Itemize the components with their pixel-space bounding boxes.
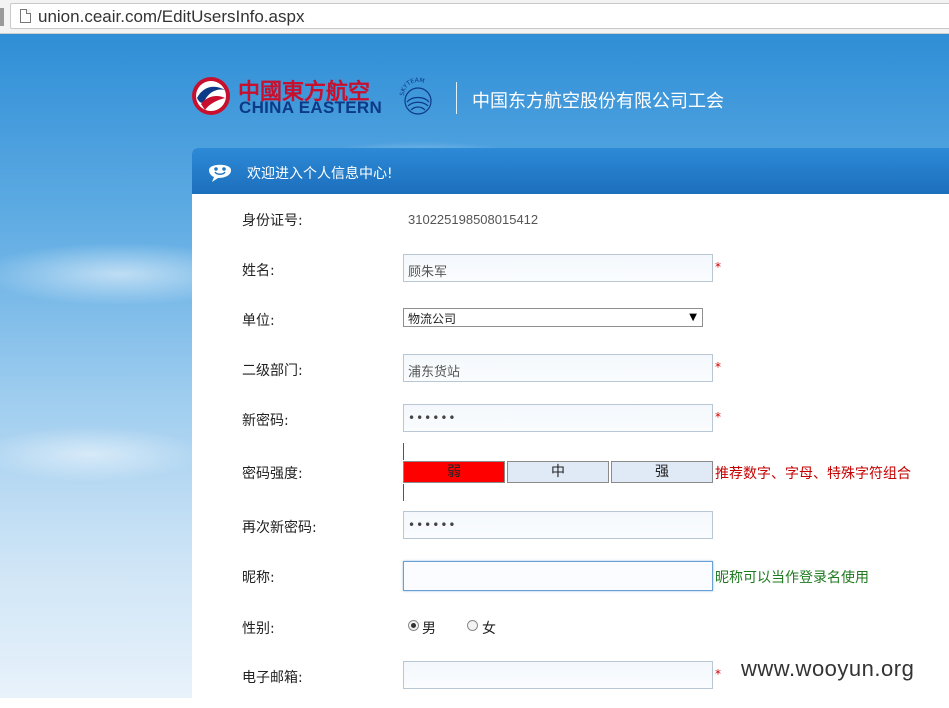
strength-label: 密码强度: [242,466,303,482]
id-value: 310225198508015412 [408,212,539,227]
url-text[interactable]: union.ceair.com/EditUsersInfo.aspx [38,7,304,27]
nickname-input[interactable] [403,561,713,591]
required-mark: * [715,260,721,274]
strength-weak: 弱 [403,461,505,483]
svg-text:SKYTEAM: SKYTEAM [399,77,425,96]
unit-select[interactable]: 物流公司 ▼ [403,308,703,327]
required-mark: * [715,360,721,374]
dept-input[interactable]: 浦东货站 [403,354,713,382]
union-title: 中国东方航空股份有限公司工会 [472,91,724,112]
header-divider [456,82,457,114]
gender-female-label[interactable]: 女 [482,618,496,638]
nickname-hint: 昵称可以当作登录名使用 [715,570,869,586]
gender-label: 性别: [242,621,275,637]
chevron-down-icon: ▼ [689,312,697,323]
profile-panel: 欢迎进入个人信息中心! 身份证号: 310225198508015412 姓名:… [192,148,949,708]
strength-strong: 强 [611,461,713,483]
new-password-input[interactable]: •••••• [403,404,713,432]
name-input[interactable]: 顾朱军 [403,254,713,282]
smile-icon [209,164,231,182]
china-eastern-logo-icon [192,77,230,115]
gender-female-radio[interactable] [467,620,478,631]
panel-title: 欢迎进入个人信息中心! [247,166,393,182]
watermark: www.wooyun.org [741,656,915,681]
strength-tick [403,443,404,460]
strength-medium: 中 [507,461,609,483]
page-icon [20,9,31,23]
dept-label: 二级部门: [242,363,303,379]
nickname-label: 昵称: [242,570,275,586]
email-label: 电子邮箱: [242,670,303,686]
new-password-label: 新密码: [242,413,289,429]
skyteam-text: SKYTEAM [399,77,425,96]
url-field[interactable]: union.ceair.com/EditUsersInfo.aspx [10,3,949,29]
strength-hint: 推荐数字、字母、特殊字符组合 [715,466,911,482]
panel-header: 欢迎进入个人信息中心! [192,148,949,194]
required-mark: * [715,410,721,424]
brand-name-en: CHINA EASTERN [239,98,383,117]
repeat-password-label: 再次新密码: [242,520,317,536]
skyteam-logo-icon: SKYTEAM [399,77,432,115]
browser-edge [0,8,4,26]
email-input[interactable] [403,661,713,689]
browser-address-bar: union.ceair.com/EditUsersInfo.aspx [0,0,949,34]
strength-tick [403,484,404,501]
id-label: 身份证号: [242,213,303,229]
unit-label: 单位: [242,313,275,329]
gender-male-radio[interactable] [408,620,419,631]
name-label: 姓名: [242,263,275,279]
repeat-password-input[interactable]: •••••• [403,511,713,539]
required-mark: * [715,667,721,681]
unit-select-value: 物流公司 [408,312,457,326]
gender-male-label[interactable]: 男 [422,618,436,638]
